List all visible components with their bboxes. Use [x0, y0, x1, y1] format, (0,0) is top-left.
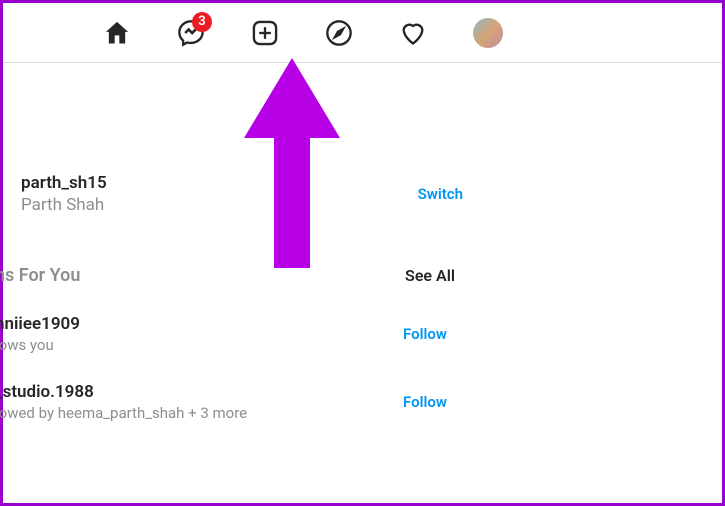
- suggestion-username[interactable]: _studio.1988: [0, 382, 247, 402]
- suggestions-label: ns For You: [0, 265, 80, 286]
- follow-link[interactable]: Follow: [403, 325, 447, 343]
- new-post-icon[interactable]: [251, 19, 279, 47]
- messenger-icon[interactable]: 3: [177, 19, 205, 47]
- suggestion-subtext: lowed by heema_parth_shah + 3 more: [0, 404, 247, 422]
- messenger-badge: 3: [192, 12, 212, 32]
- switch-account-link[interactable]: Switch: [418, 185, 463, 203]
- current-user-row: parth_sh15 Parth Shah Switch: [3, 173, 463, 215]
- activity-heart-icon[interactable]: [399, 19, 427, 47]
- suggestion-username[interactable]: nniiee1909: [0, 314, 80, 334]
- current-username[interactable]: parth_sh15: [21, 173, 107, 193]
- see-all-link[interactable]: See All: [405, 266, 455, 285]
- explore-icon[interactable]: [325, 19, 353, 47]
- sidebar-content: parth_sh15 Parth Shah Switch ns For You …: [3, 63, 722, 422]
- current-display-name: Parth Shah: [21, 195, 107, 215]
- profile-avatar[interactable]: [473, 18, 503, 48]
- suggestions-header: ns For You See All: [0, 265, 455, 286]
- suggestion-row: nniiee1909 lows you Follow: [0, 314, 447, 354]
- follow-link[interactable]: Follow: [403, 393, 447, 411]
- top-nav-bar: 3: [3, 3, 722, 63]
- suggestion-row: _studio.1988 lowed by heema_parth_shah +…: [0, 382, 447, 422]
- home-icon[interactable]: [103, 19, 131, 47]
- suggestion-subtext: lows you: [0, 336, 80, 354]
